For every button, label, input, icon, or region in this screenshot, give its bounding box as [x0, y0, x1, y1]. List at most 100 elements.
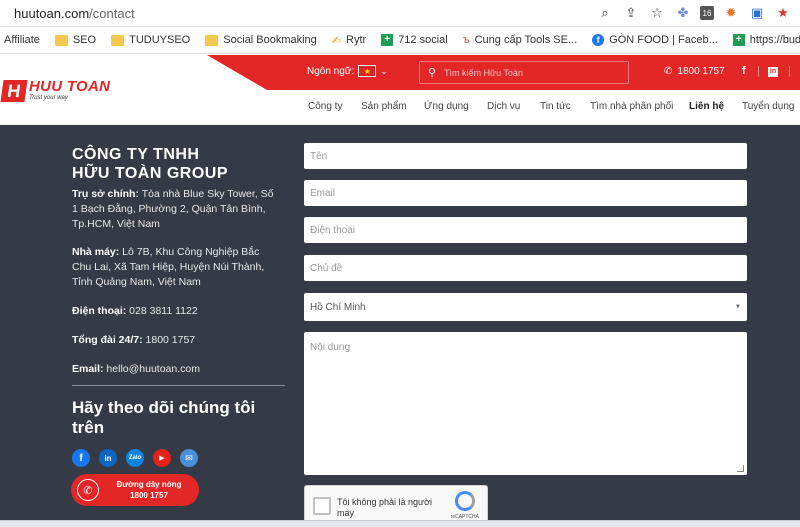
- hq-address: Trụ sở chính: Tòa nhà Blue Sky Tower, Số…: [72, 187, 277, 232]
- site-icon: ъ: [462, 34, 470, 46]
- nav-item-tin-tuc[interactable]: Tin tức: [540, 101, 571, 112]
- browser-address-bar[interactable]: huutoan.com/contact ⌕ ⇪ ☆ ✤ 16 ✹ ▣ ★: [0, 0, 800, 27]
- company-name-line1: CÔNG TY TNHH: [72, 146, 200, 163]
- bookmark-gon-food[interactable]: f GÒN FOOD | Faceb...: [592, 34, 718, 46]
- switchboard-label: Tổng đài 24/7:: [72, 334, 143, 346]
- social-links: f in Zalo ▶ ✉: [72, 449, 198, 467]
- bookmark-label: 712 social: [398, 34, 448, 46]
- bookmark-label: Rytr: [346, 34, 367, 46]
- hotline-button-number: 1800 1757: [130, 491, 168, 500]
- nav-item-tuyen-dung[interactable]: Tuyển dụng: [742, 101, 794, 112]
- bookmark-label: Social Bookmaking: [223, 34, 317, 46]
- site-logo[interactable]: H HUU TOAN Trust your way: [0, 79, 110, 102]
- header-hotline[interactable]: ✆ 1800 1757: [664, 66, 725, 77]
- recaptcha-logo-icon: [455, 491, 475, 511]
- nav-item-lien-he[interactable]: Liên hệ: [689, 101, 724, 112]
- extension-icon[interactable]: ✤: [674, 4, 692, 22]
- bookmark-cung-cap-tools[interactable]: ъ Cung cấp Tools SE...: [463, 34, 577, 46]
- folder-icon: [111, 34, 125, 46]
- url-text[interactable]: huutoan.com/contact: [14, 6, 135, 21]
- bookmark-label: Affiliate: [4, 34, 40, 46]
- bookmark-label: SEO: [72, 34, 97, 46]
- email-value[interactable]: hello@huutoan.com: [104, 363, 200, 375]
- rytr-icon: ✍: [331, 34, 342, 47]
- hotline-button-text: Đường dây nóng 1800 1757: [99, 479, 199, 501]
- search-input[interactable]: [444, 67, 605, 78]
- language-selector[interactable]: Ngôn ngữ: ★ ⌄: [307, 65, 388, 77]
- mail-icon[interactable]: ✉: [180, 449, 198, 467]
- youtube-icon[interactable]: ▶: [153, 449, 171, 467]
- email-label: Email:: [72, 363, 104, 375]
- bookmark-star-icon[interactable]: ☆: [648, 4, 666, 22]
- nav-item-ung-dung[interactable]: Ứng dụng: [424, 101, 469, 112]
- phone-label: Điện thoại:: [72, 305, 127, 317]
- logo-mark: H: [0, 79, 28, 102]
- phone-field[interactable]: [304, 217, 747, 243]
- nav-item-tim-nha-phan-phoi[interactable]: Tìm nhà phân phối: [590, 101, 673, 112]
- bookmark-affiliate[interactable]: Affiliate: [4, 34, 40, 46]
- logo-tagline: Trust your way: [29, 95, 68, 101]
- linkedin-icon[interactable]: in: [99, 449, 117, 467]
- folder-icon: [205, 34, 219, 46]
- zoom-icon[interactable]: ⌕: [596, 4, 614, 22]
- recaptcha-widget: Tôi không phải là người máy reCAPTCHA: [304, 485, 488, 525]
- os-taskbar: [0, 520, 800, 527]
- extension-gear-icon[interactable]: ✹: [722, 4, 740, 22]
- language-label: Ngôn ngữ:: [307, 65, 355, 77]
- resize-handle-icon[interactable]: [737, 465, 744, 472]
- zalo-icon[interactable]: Zalo: [126, 449, 144, 467]
- caret-down-icon: ▼: [735, 304, 741, 310]
- folder-icon: [54, 34, 68, 46]
- company-name: CÔNG TY TNHH HỮU TOÀN GROUP: [72, 145, 228, 183]
- search-icon: ⚲: [428, 67, 437, 79]
- site-search[interactable]: ⚲: [419, 61, 629, 84]
- phone-icon: ✆: [664, 66, 673, 77]
- site-header: H HUU TOAN Trust your way Ngôn ngữ: ★ ⌄ …: [0, 55, 800, 125]
- url-host: huutoan.com: [14, 5, 90, 21]
- green-plus-icon: +: [732, 34, 745, 46]
- recaptcha-label: Tôi không phải là người máy: [337, 497, 432, 518]
- share-icon[interactable]: ⇪: [622, 4, 640, 22]
- bookmark-label: TUDUYSEO: [129, 34, 191, 46]
- nav-item-san-pham[interactable]: Sản phẩm: [361, 101, 407, 112]
- hotline-button[interactable]: ✆ Đường dây nóng 1800 1757: [71, 474, 199, 506]
- bookmark-label: https://buddhismar...: [749, 34, 800, 46]
- name-field[interactable]: [304, 143, 747, 169]
- bookmark-label: Cung cấp Tools SE...: [474, 34, 578, 46]
- extension-panel-icon[interactable]: ▣: [748, 4, 766, 22]
- content-textarea[interactable]: Nội dung: [304, 332, 747, 475]
- bookmark-rytr[interactable]: ✍ Rytr: [332, 34, 366, 47]
- divider: [72, 385, 285, 386]
- contact-section: CÔNG TY TNHH HỮU TOÀN GROUP Trụ sở chính…: [0, 125, 800, 525]
- bookmark-712-social[interactable]: +712 social: [381, 34, 448, 46]
- extension-star-icon[interactable]: ★: [774, 4, 792, 22]
- hotline-button-label: Đường dây nóng: [116, 480, 182, 489]
- bookmark-social-bookmaking[interactable]: Social Bookmaking: [205, 34, 317, 46]
- factory-label: Nhà máy:: [72, 246, 120, 258]
- bookmark-seo[interactable]: SEO: [54, 34, 97, 46]
- divider: |: [757, 65, 760, 77]
- phone-icon: ✆: [77, 479, 99, 501]
- vietnam-flag-icon: ★: [358, 65, 377, 77]
- facebook-icon[interactable]: f: [742, 65, 746, 77]
- phone-value[interactable]: 028 3811 1122: [126, 305, 198, 317]
- factory-address: Nhà máy: Lô 7B, Khu Công Nghiệp Bắc Chu …: [72, 245, 277, 290]
- hq-label: Trụ sở chính:: [72, 188, 139, 200]
- bookmark-buddhismar[interactable]: + https://buddhismar...: [732, 34, 800, 46]
- nav-item-cong-ty[interactable]: Công ty: [308, 101, 342, 112]
- recaptcha-checkbox[interactable]: [313, 497, 331, 515]
- linkedin-icon[interactable]: in: [768, 67, 778, 77]
- facebook-icon[interactable]: f: [72, 449, 90, 467]
- nav-item-dich-vu[interactable]: Dịch vụ: [487, 101, 520, 112]
- email-field[interactable]: [304, 180, 747, 206]
- switchboard-info: Tổng đài 24/7: 1800 1757: [72, 333, 277, 348]
- header-hotline-number: 1800 1757: [677, 66, 725, 77]
- chevron-down-icon: ⌄: [380, 65, 388, 76]
- bookmark-tuduyseo[interactable]: TUDUYSEO: [111, 34, 190, 46]
- subject-field[interactable]: [304, 255, 747, 281]
- city-select[interactable]: Hồ Chí Minh ▼: [304, 293, 747, 321]
- url-path: /contact: [89, 5, 135, 21]
- extension-badge-icon[interactable]: 16: [700, 6, 714, 20]
- logo-text: HUU TOAN Trust your way: [29, 79, 110, 102]
- switchboard-value[interactable]: 1800 1757: [143, 334, 196, 346]
